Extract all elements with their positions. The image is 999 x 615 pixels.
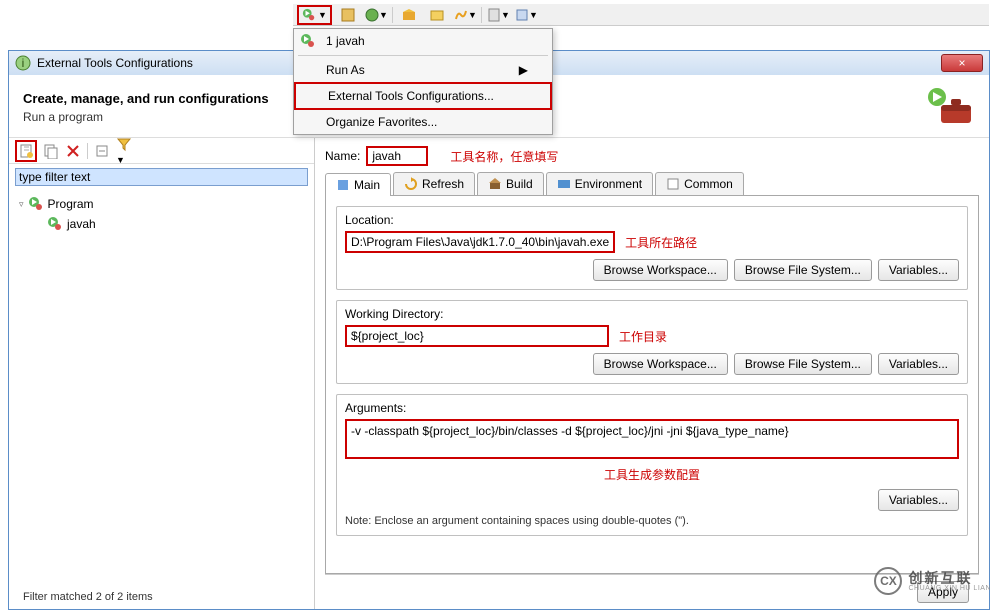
workdir-label: Working Directory: [345,307,959,325]
toolbar-icon[interactable]: ▼ [364,6,388,24]
dialog-icon: i [15,55,31,71]
watermark-en: CHUANG XIN HU LIAN [908,585,991,592]
menu-label: External Tools Configurations... [328,89,494,103]
variables-button[interactable]: Variables... [878,353,959,375]
browse-filesystem-button[interactable]: Browse File System... [734,353,872,375]
arguments-textarea[interactable] [345,419,959,459]
watermark-zh: 创新互联 [908,571,991,585]
toolbar-icon[interactable] [425,6,449,24]
dialog-title: External Tools Configurations [37,56,193,70]
annotation-name: 工具名称，任意填写 [450,148,558,165]
duplicate-config-button[interactable] [43,143,59,159]
tree-node-javah[interactable]: javah [47,214,304,234]
menu-item-organize-favorites[interactable]: Organize Favorites... [294,110,552,134]
annotation-workdir: 工作目录 [619,328,667,345]
workdir-input[interactable]: ${project_loc} [345,325,609,347]
watermark-logo-icon: CX [874,567,902,595]
location-label: Location: [345,213,959,231]
location-input[interactable]: D:\Program Files\Java\jdk1.7.0_40\bin\ja… [345,231,615,253]
menu-item-external-tools-config[interactable]: External Tools Configurations... [294,82,552,110]
expand-icon[interactable]: ▿ [19,199,24,210]
menu-item-javah[interactable]: 1 javah [294,29,552,53]
menu-label: 1 javah [326,34,365,48]
tab-build[interactable]: Build [477,172,544,195]
variables-button[interactable]: Variables... [878,489,959,511]
new-config-button[interactable] [15,140,37,162]
filter-status: Filter matched 2 of 2 items [23,591,153,603]
header-title: Create, manage, and run configurations [23,91,269,106]
svg-text:i: i [22,56,25,70]
toolbar-icon[interactable] [336,6,360,24]
run-dropdown-menu: 1 javah Run As ▶ External Tools Configur… [293,28,553,135]
filter-button[interactable]: ▼ [116,138,132,166]
location-group: Location: D:\Program Files\Java\jdk1.7.0… [336,206,968,290]
browse-workspace-button[interactable]: Browse Workspace... [593,259,728,281]
toolbar-icon[interactable]: ▼ [453,6,477,24]
tab-common[interactable]: Common [655,172,744,195]
close-button[interactable]: × [941,54,983,72]
delete-config-button[interactable] [65,143,81,159]
header-subtitle: Run a program [23,110,269,124]
right-pane: Name: javah 工具名称，任意填写 Main Refresh Build… [315,138,989,609]
run-toolbox-icon [919,85,975,129]
tab-refresh[interactable]: Refresh [393,172,475,195]
name-input[interactable]: javah [366,146,428,166]
tab-main[interactable]: Main [325,173,391,196]
toolbar-icon[interactable]: ▼ [486,6,510,24]
tab-main-content: Location: D:\Program Files\Java\jdk1.7.0… [325,196,979,574]
annotation-location: 工具所在路径 [625,234,697,251]
workdir-group: Working Directory: ${project_loc} 工作目录 B… [336,300,968,384]
tab-environment[interactable]: Environment [546,172,653,195]
app-toolbar: ▼ ▼ ▼ ▼ ▼ [293,4,989,26]
toolbar-icon[interactable]: ▼ [514,6,538,24]
arguments-group: Arguments: 工具生成参数配置 Variables... Note: E… [336,394,968,536]
tab-bar: Main Refresh Build Environment Common [325,172,979,196]
submenu-arrow-icon: ▶ [519,63,528,77]
watermark: CX 创新互联 CHUANG XIN HU LIAN [874,567,991,595]
variables-button[interactable]: Variables... [878,259,959,281]
run-external-dropdown-button[interactable]: ▼ [297,5,332,25]
collapse-all-button[interactable] [94,143,110,159]
filter-input[interactable] [15,168,308,186]
menu-label: Run As [326,63,365,77]
toolbar-icon[interactable] [397,6,421,24]
tree-label: javah [67,217,96,231]
tree-node-program[interactable]: ▿ Program [19,194,304,214]
left-pane: ▼ ▿ Program javah Filter matched 2 of 2 … [9,138,315,609]
tree-label: Program [48,197,94,211]
left-toolbar: ▼ [9,138,314,164]
arguments-note: Note: Enclose an argument containing spa… [345,511,959,527]
annotation-arguments: 工具生成参数配置 [345,462,959,483]
config-tree: ▿ Program javah [9,190,314,609]
browse-workspace-button[interactable]: Browse Workspace... [593,353,728,375]
menu-label: Organize Favorites... [326,115,437,129]
name-label: Name: [325,149,360,163]
arguments-label: Arguments: [345,401,959,419]
menu-separator [298,55,548,56]
menu-item-run-as[interactable]: Run As ▶ [294,58,552,82]
browse-filesystem-button[interactable]: Browse File System... [734,259,872,281]
